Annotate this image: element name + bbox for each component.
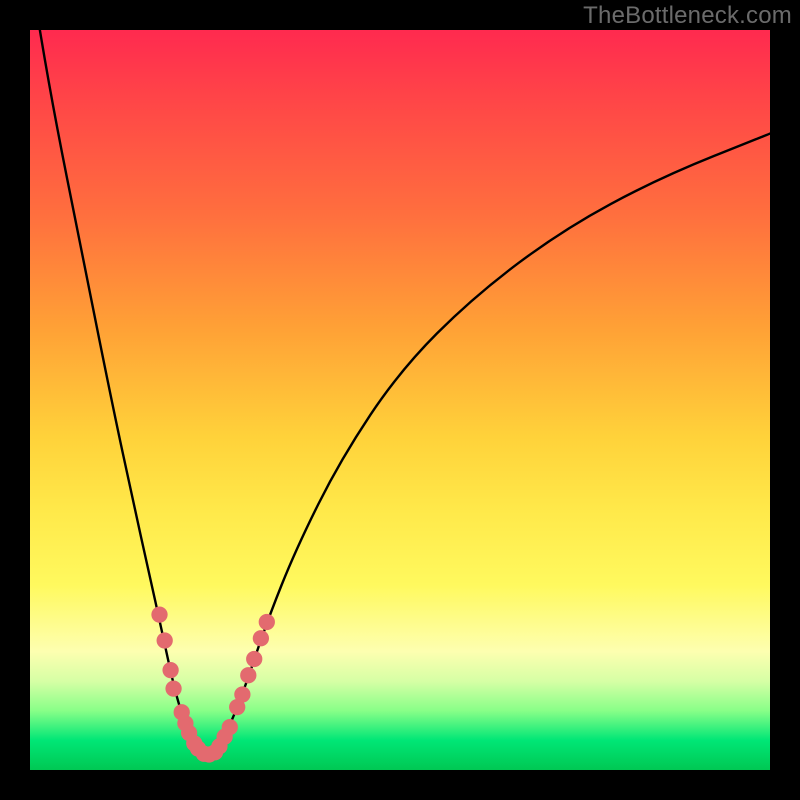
curve-marker (240, 667, 256, 683)
curve-marker (246, 651, 262, 667)
curve-marker (151, 606, 167, 622)
plot-area (30, 30, 770, 770)
watermark-text: TheBottleneck.com (583, 2, 792, 30)
bottleneck-curve (30, 0, 770, 753)
chart-frame: TheBottleneck.com (0, 0, 800, 800)
curve-marker (259, 614, 275, 630)
curve-marker (234, 686, 250, 702)
curve-marker (162, 662, 178, 678)
curve-layer (30, 30, 770, 770)
curve-marker (222, 719, 238, 735)
curve-marker (253, 630, 269, 646)
curve-markers (151, 606, 275, 762)
curve-marker (165, 680, 181, 696)
curve-marker (157, 632, 173, 648)
